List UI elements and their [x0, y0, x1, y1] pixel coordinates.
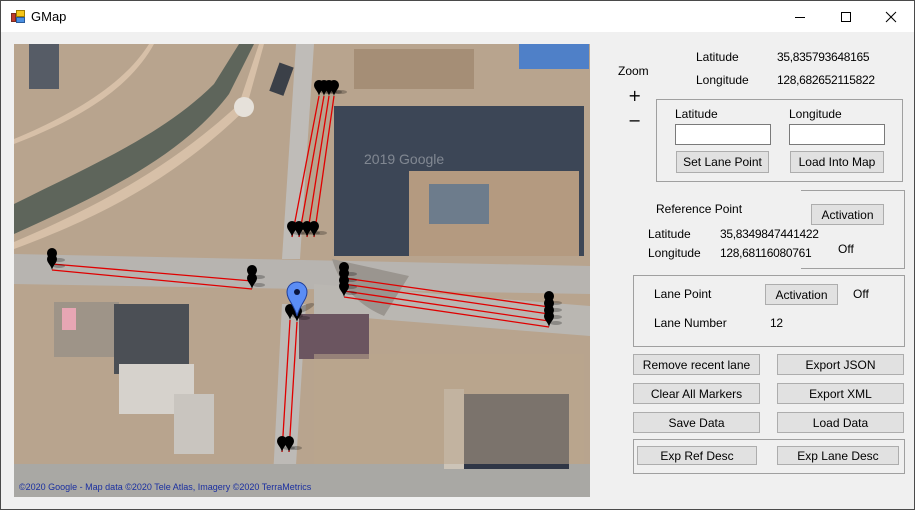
current-longitude-label: Longitude	[696, 73, 749, 87]
input-latitude-label: Latitude	[675, 107, 718, 121]
lane-number-label: Lane Number	[654, 316, 727, 330]
reference-point-title: Reference Point	[656, 202, 743, 216]
export-json-button[interactable]: Export JSON	[777, 354, 904, 375]
satellite-imagery: 2019 Google	[14, 44, 590, 497]
zoom-in-button[interactable]: +	[628, 86, 641, 105]
exp-ref-desc-button[interactable]: Exp Ref Desc	[637, 446, 757, 465]
lane-point-title: Lane Point	[654, 287, 712, 301]
export-xml-button[interactable]: Export XML	[777, 383, 904, 404]
map-copyright: ©2020 Google - Map data ©2020 Tele Atlas…	[19, 482, 312, 492]
current-latitude-label: Latitude	[696, 50, 739, 64]
longitude-input[interactable]	[789, 124, 885, 145]
title-bar: GMap	[1, 1, 914, 32]
current-latitude-value: 35,835793648165	[777, 50, 870, 64]
close-icon	[885, 11, 897, 22]
reference-longitude-value: 128,68116080761	[720, 246, 812, 260]
map-view[interactable]: 2019 Google ©2020 Google - Map data ©202…	[14, 44, 590, 497]
load-data-button[interactable]: Load Data	[777, 412, 904, 433]
latitude-input[interactable]	[675, 124, 771, 145]
reference-status: Off	[838, 242, 854, 256]
app-form-icon	[11, 10, 25, 23]
close-button[interactable]	[868, 1, 914, 32]
set-lane-point-button[interactable]: Set Lane Point	[676, 151, 769, 173]
load-into-map-button[interactable]: Load Into Map	[790, 151, 884, 173]
window-title: GMap	[31, 9, 67, 24]
reference-longitude-label: Longitude	[648, 246, 701, 260]
input-longitude-label: Longitude	[789, 107, 842, 121]
zoom-out-button[interactable]: −	[628, 111, 641, 130]
minimize-button[interactable]	[777, 1, 823, 32]
lane-number-value: 12	[770, 316, 783, 330]
save-data-button[interactable]: Save Data	[633, 412, 760, 433]
lane-point-status: Off	[853, 287, 869, 301]
zoom-label: Zoom	[618, 64, 649, 78]
maximize-button[interactable]	[823, 1, 869, 32]
svg-text:2019 Google: 2019 Google	[364, 151, 444, 167]
clear-all-markers-button[interactable]: Clear All Markers	[633, 383, 760, 404]
reference-latitude-label: Latitude	[648, 227, 691, 241]
exp-lane-desc-button[interactable]: Exp Lane Desc	[777, 446, 899, 465]
minimize-icon	[795, 16, 805, 18]
maximize-icon	[841, 11, 851, 22]
current-longitude-value: 128,682652115822	[777, 73, 875, 87]
remove-recent-lane-button[interactable]: Remove recent lane	[633, 354, 760, 375]
reference-activation-button[interactable]: Activation	[811, 204, 884, 225]
reference-latitude-value: 35,8349847441422	[720, 227, 819, 241]
gmap-window: GMap 2019 Google ©2020 Google - Map data…	[0, 0, 915, 510]
lane-activation-button[interactable]: Activation	[765, 284, 838, 305]
